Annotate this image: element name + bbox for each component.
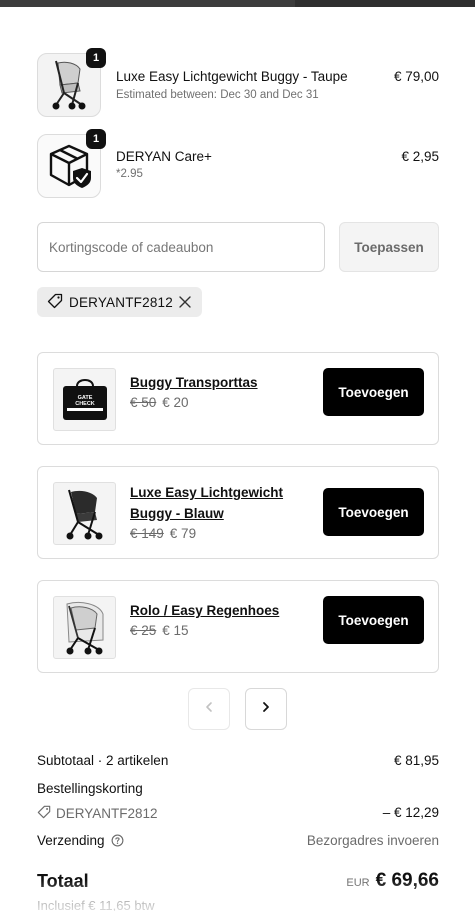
help-icon[interactable] xyxy=(111,834,124,847)
upsell-title[interactable]: Luxe Easy Lichtgewicht Buggy - Blauw xyxy=(130,482,305,524)
new-price: € 20 xyxy=(162,395,189,410)
cart-item: 1 Luxe Easy Lichtgewicht Buggy - Taupe E… xyxy=(37,48,439,117)
total-label: Totaal xyxy=(37,871,89,891)
delivery-estimate: Estimated between: Dec 30 and Dec 31 xyxy=(116,89,319,101)
upsell-card: Luxe Easy Lichtgewicht Buggy - Blauw € 1… xyxy=(37,466,439,559)
shipping-label: Verzending xyxy=(37,833,105,848)
upsell-title[interactable]: Rolo / Easy Regenhoes xyxy=(130,600,305,621)
svg-text:CHECK: CHECK xyxy=(75,401,95,407)
next-page-button[interactable] xyxy=(245,688,287,730)
upsell-card: Rolo / Easy Regenhoes € 25 € 15 Toevoegen xyxy=(37,580,439,673)
upsell-price: € 50 € 20 xyxy=(130,395,189,410)
apply-discount-button[interactable]: Toepassen xyxy=(339,222,439,272)
old-price: € 25 xyxy=(130,623,157,638)
subtotal-label: Subtotaal · 2 artikelen xyxy=(37,753,169,768)
quantity-badge: 1 xyxy=(86,129,106,149)
close-icon[interactable] xyxy=(178,295,192,309)
top-progress-segment xyxy=(0,0,295,7)
old-price: € 149 xyxy=(130,526,164,541)
upsell-price: € 25 € 15 xyxy=(130,623,189,638)
new-price: € 15 xyxy=(162,623,189,638)
order-discount-row: Bestellingskorting xyxy=(37,781,439,796)
currency-code: EUR xyxy=(346,877,370,889)
total-value-group: EUR € 69,66 xyxy=(346,870,439,892)
item-price: € 2,95 xyxy=(401,149,439,164)
order-discount-label: Bestellingskorting xyxy=(37,781,143,796)
total-value: € 69,66 xyxy=(375,870,439,891)
shipping-row: Verzending Bezorgadres invoeren xyxy=(37,833,439,848)
upsell-price: € 149 € 79 xyxy=(130,526,196,541)
discount-value: – € 12,29 xyxy=(382,805,439,820)
add-upsell-button[interactable]: Toevoegen xyxy=(323,488,424,536)
tag-icon xyxy=(37,805,51,822)
old-price: € 50 xyxy=(130,395,157,410)
quantity-badge: 1 xyxy=(86,48,106,68)
top-progress-bar xyxy=(0,0,475,7)
upsell-title[interactable]: Buggy Transporttas xyxy=(130,372,305,393)
add-upsell-button[interactable]: Toevoegen xyxy=(323,368,424,416)
discount-code-input[interactable] xyxy=(37,222,325,272)
item-note: *2.95 xyxy=(116,168,143,180)
chevron-right-icon xyxy=(260,700,272,718)
applied-discount-tag: DERYANTF2812 xyxy=(37,287,202,317)
item-price: € 79,00 xyxy=(393,69,439,84)
add-upsell-button[interactable]: Toevoegen xyxy=(323,596,424,644)
stroller-image xyxy=(53,482,116,545)
item-name: Luxe Easy Lichtgewicht Buggy - Taupe xyxy=(116,69,348,84)
cart-item: 1 DERYAN Care+ *2.95 € 2,95 xyxy=(37,129,439,198)
tax-note: Inclusief € 11,65 btw xyxy=(37,898,155,911)
discount-code-text: DERYANTF2812 xyxy=(56,806,158,821)
tag-icon xyxy=(47,293,63,312)
chevron-left-icon xyxy=(203,700,215,718)
applied-code-text: DERYANTF2812 xyxy=(69,294,173,310)
discount-code-summary: DERYANTF2812 xyxy=(37,805,439,822)
raincover-stroller-image xyxy=(53,596,116,659)
subtotal-row: Subtotaal · 2 artikelen € 81,95 xyxy=(37,753,439,768)
item-name: DERYAN Care+ xyxy=(116,149,212,164)
shipping-value: Bezorgadres invoeren xyxy=(306,833,439,848)
order-discount-code-row: DERYANTF2812 – € 12,29 xyxy=(37,805,439,822)
bag-image: GATE CHECK xyxy=(53,368,116,431)
new-price: € 79 xyxy=(169,526,197,541)
upsell-card: GATE CHECK Buggy Transporttas € 50 € 20 T… xyxy=(37,352,439,445)
subtotal-value: € 81,95 xyxy=(393,753,439,768)
previous-page-button[interactable] xyxy=(188,688,230,730)
